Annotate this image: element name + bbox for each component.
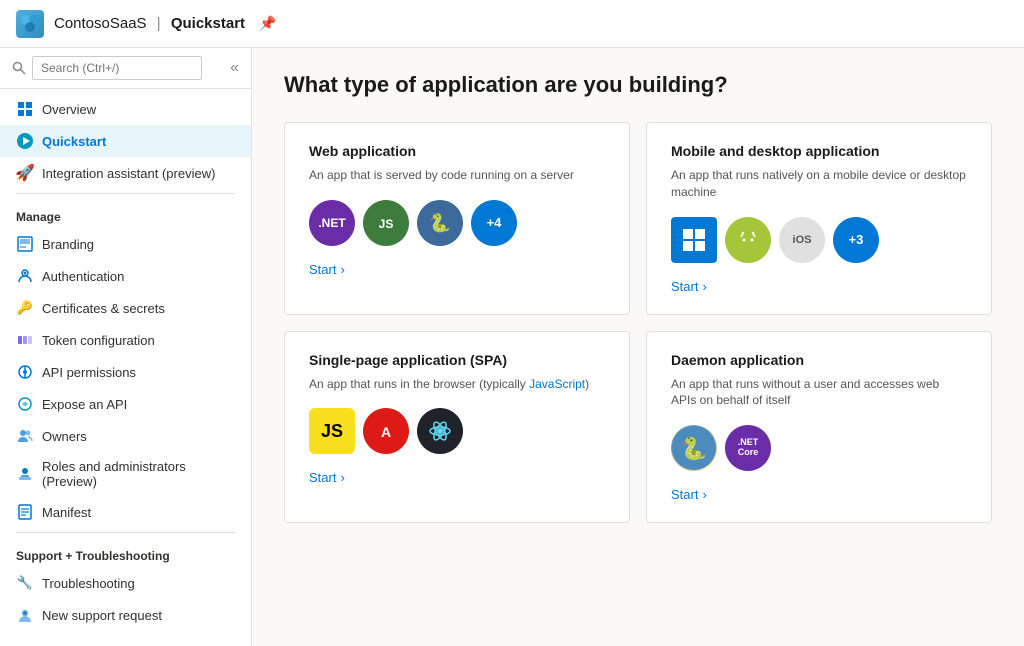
sidebar-item-label: Owners [42,429,87,444]
cert-icon: 🔑 [16,299,34,317]
search-input[interactable] [32,56,202,80]
spa-start-link[interactable]: Start › [309,470,605,485]
sidebar-item-label: Branding [42,237,94,252]
sidebar-item-label: Token configuration [42,333,155,348]
spa-title: Single-page application (SPA) [309,352,605,368]
web-app-start-link[interactable]: Start › [309,262,605,277]
grid-icon [16,100,34,118]
python2-icon: 🐍 [671,425,717,471]
spa-icons: JS A [309,408,605,454]
collapse-sidebar-button[interactable]: « [230,59,239,77]
windows-icon [671,217,717,263]
web-app-card[interactable]: Web application An app that is served by… [284,122,630,315]
mobile-more-icon: +3 [833,217,879,263]
sidebar-item-label: Integration assistant (preview) [42,166,215,181]
main-content: What type of application are you buildin… [252,48,1024,646]
dotnet-icon: .NET [309,200,355,246]
python-icon: 🐍 [417,200,463,246]
js-icon: JS [309,408,355,454]
daemon-icons: 🐍 .NETCore [671,425,967,471]
sidebar-item-label: Authentication [42,269,124,284]
sidebar-item-expose-api[interactable]: Expose an API [0,388,251,420]
sidebar-item-label: Expose an API [42,397,127,412]
sidebar-item-certificates[interactable]: 🔑 Certificates & secrets [0,292,251,324]
daemon-start-link[interactable]: Start › [671,487,967,502]
sidebar-item-authentication[interactable]: Authentication [0,260,251,292]
manifest-icon [16,503,34,521]
sidebar: « Overview Quickstart 🚀 Integration assi… [0,48,252,646]
page-title: What type of application are you buildin… [284,72,992,98]
mobile-app-title: Mobile and desktop application [671,143,967,159]
sidebar-item-token[interactable]: Token configuration [0,324,251,356]
roles-icon [16,465,34,483]
nodejs-icon: JS [363,200,409,246]
search-container: « [0,48,251,89]
netcore-icon: .NETCore [725,425,771,471]
header-title: ContosoSaaS | Quickstart [54,15,245,32]
mobile-app-card[interactable]: Mobile and desktop application An app th… [646,122,992,315]
svg-text:JS: JS [379,217,394,231]
sidebar-item-manifest[interactable]: Manifest [0,496,251,528]
pin-icon[interactable]: 📌 [259,15,276,32]
sidebar-item-api-permissions[interactable]: API permissions [0,356,251,388]
mobile-app-start-link[interactable]: Start › [671,279,967,294]
web-more-icon: +4 [471,200,517,246]
app-logo [16,10,44,38]
quickstart-icon [16,132,34,150]
header: ContosoSaaS | Quickstart 📌 [0,0,1024,48]
support-section-label: Support + Troubleshooting [0,537,251,567]
sidebar-item-quickstart[interactable]: Quickstart [0,125,251,157]
expose-icon [16,395,34,413]
sidebar-item-roles[interactable]: Roles and administrators (Preview) [0,452,251,496]
daemon-title: Daemon application [671,352,967,368]
sidebar-item-integration[interactable]: 🚀 Integration assistant (preview) [0,157,251,189]
svg-text:A: A [381,424,391,440]
support-divider [16,532,235,533]
search-icon [12,61,26,75]
mobile-app-desc: An app that runs natively on a mobile de… [671,167,967,201]
web-app-title: Web application [309,143,605,159]
svg-text:🐍: 🐍 [680,436,707,461]
sidebar-item-troubleshooting[interactable]: 🔧 Troubleshooting [0,567,251,599]
ios-icon: iOS [779,217,825,263]
angular-icon: A [363,408,409,454]
token-icon [16,331,34,349]
spa-desc: An app that runs in the browser (typical… [309,376,605,393]
sidebar-item-label: New support request [42,608,162,623]
sidebar-item-label: Roles and administrators (Preview) [42,459,235,489]
sidebar-item-overview[interactable]: Overview [0,93,251,125]
web-app-icons: .NET JS 🐍 +4 [309,200,605,246]
layout: « Overview Quickstart 🚀 Integration assi… [0,48,1024,646]
react-icon [417,408,463,454]
mobile-app-icons: iOS +3 [671,217,967,263]
manage-section-label: Manage [0,198,251,228]
sidebar-item-label: Overview [42,102,96,117]
manage-divider [16,193,235,194]
sidebar-item-label: Troubleshooting [42,576,135,591]
spa-card[interactable]: Single-page application (SPA) An app tha… [284,331,630,524]
support-icon [16,606,34,624]
sidebar-item-label: Manifest [42,505,91,520]
android-icon [725,217,771,263]
web-app-desc: An app that is served by code running on… [309,167,605,184]
owners-icon [16,427,34,445]
api-icon [16,363,34,381]
svg-text:🐍: 🐍 [429,212,451,233]
troubleshooting-icon: 🔧 [16,574,34,592]
daemon-desc: An app that runs without a user and acce… [671,376,967,410]
sidebar-item-owners[interactable]: Owners [0,420,251,452]
sidebar-item-new-support[interactable]: New support request [0,599,251,631]
branding-icon [16,235,34,253]
rocket-icon: 🚀 [16,164,34,182]
sidebar-item-branding[interactable]: Branding [0,228,251,260]
app-type-cards: Web application An app that is served by… [284,122,992,523]
sidebar-item-label: Quickstart [42,134,106,149]
sidebar-item-label: Certificates & secrets [42,301,165,316]
auth-icon [16,267,34,285]
daemon-card[interactable]: Daemon application An app that runs with… [646,331,992,524]
sidebar-item-label: API permissions [42,365,136,380]
